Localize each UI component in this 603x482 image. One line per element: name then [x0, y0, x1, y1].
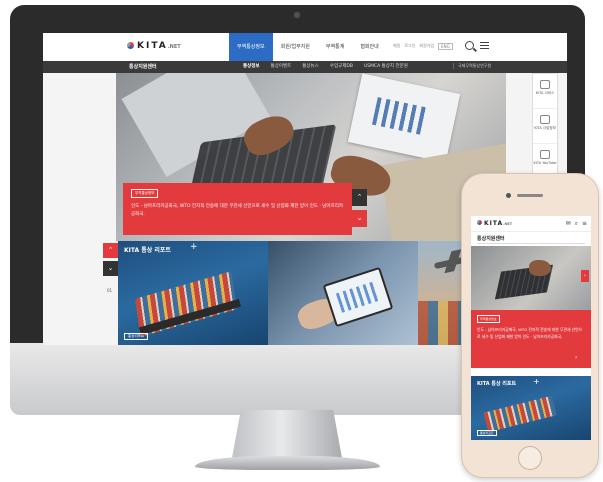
phone-speaker [517, 194, 543, 197]
hero-tag: 무역통상정보 [477, 315, 500, 323]
report-title: KITA 통상 리포트 [124, 247, 171, 254]
divider [477, 243, 585, 244]
mobile-header-icons: ✉ ⌕ ≡ [566, 220, 587, 228]
document-icon [540, 115, 550, 124]
sub-nav-item[interactable]: 수입규제DB [330, 63, 353, 69]
report-card[interactable]: KITA 통상 리포트 + 통상리포트 [118, 241, 268, 345]
mobile-section-title: 통상지원센터 [477, 236, 505, 242]
phone-camera [506, 193, 511, 198]
report-badge: 통상리포트 [124, 333, 149, 340]
monitor-stand-base [195, 456, 380, 470]
mobile-logo[interactable]: KITA.NET [477, 220, 512, 227]
nav-trade-info[interactable]: 무역통상정보 [229, 33, 273, 61]
chevron-right-icon[interactable]: › [575, 354, 577, 361]
sub-nav-item[interactable]: 통상이벤트 [271, 63, 292, 69]
language-button[interactable]: ENG [438, 43, 453, 50]
sub-nav-item[interactable]: USMCA 통상지 전문원 [364, 63, 408, 69]
report-card[interactable] [268, 241, 418, 345]
quick-menu-label: KITA 사업정보 [534, 126, 556, 130]
utility-links: 메일 로그인 회원가입 ENG [393, 43, 453, 50]
quick-menu-item[interactable]: KITA 서비스 [533, 74, 557, 109]
hero-hand [529, 260, 551, 276]
mobile-screen: KITA.NET ✉ ⌕ ≡ 통상지원센터 › 무역통상정보 인도 - 남아프리… [471, 216, 591, 440]
logo-suffix: .NET [167, 44, 181, 50]
tablet-image [322, 266, 394, 328]
logo-text: KITA [137, 41, 168, 51]
site-logo[interactable]: KITA.NET [127, 41, 181, 51]
util-login[interactable]: 로그인 [404, 43, 415, 50]
cargo-ship-image [483, 395, 557, 433]
hero-text: 인도 - 남아프리카공화국, WTO 전자적 전송에 대한 무관세 선언으로 세… [477, 327, 583, 339]
phone-home-button[interactable] [518, 446, 542, 470]
util-join[interactable]: 회원가입 [419, 43, 434, 50]
mobile-phone: KITA.NET ✉ ⌕ ≡ 통상지원센터 › 무역통상정보 인도 - 남아프리… [461, 173, 599, 478]
mobile-hero-caption[interactable]: 무역통상정보 인도 - 남아프리카공화국, WTO 전자적 전송에 대한 무관세… [471, 310, 591, 368]
sub-nav-right-link[interactable]: 국제무역통상연구원 [453, 63, 491, 69]
search-icon [540, 80, 550, 89]
hero-tag: 무역통상정보 [131, 189, 159, 198]
main-nav: 무역통상정보 회원/업무지원 무역통계 협회안내 [229, 33, 387, 61]
mockup-stage: KITA.NET 무역통상정보 회원/업무지원 무역통계 협회안내 메일 로그인… [0, 0, 603, 482]
logo-suffix: .NET [503, 222, 513, 226]
sub-nav-item[interactable]: 통상정보 [243, 63, 260, 69]
quick-menu-label: KITA 서비스 [535, 91, 555, 95]
section-title: 통상지원센터 [129, 64, 157, 70]
search-icon[interactable]: ⌕ [575, 220, 578, 228]
sub-navigation: 통상지원센터 통상정보 통상이벤트 통상뉴스 수입규제DB USMCA 통상지 … [43, 61, 567, 73]
plus-icon[interactable]: + [533, 377, 540, 386]
plus-icon[interactable]: + [190, 242, 198, 252]
logo-text: KITA [484, 220, 504, 227]
mail-icon[interactable]: ✉ [566, 220, 571, 228]
monitor-camera [293, 11, 301, 19]
hamburger-menu-icon[interactable]: ≡ [582, 220, 587, 228]
nav-trade-stats[interactable]: 무역통계 [318, 33, 352, 61]
report-badge: 통상리포트 [477, 430, 497, 436]
hero-next-button[interactable]: ⌄ [352, 210, 367, 227]
desktop-header: KITA.NET 무역통상정보 회원/업무지원 무역통계 협회안내 메일 로그인… [43, 33, 567, 61]
hamburger-menu-icon[interactable] [480, 42, 489, 49]
logo-mark-icon [127, 42, 134, 49]
logo-mark-icon [477, 220, 482, 225]
mobile-header: KITA.NET ✉ ⌕ ≡ [471, 216, 591, 232]
util-mail[interactable]: 메일 [393, 43, 400, 50]
mobile-hero-next-button[interactable]: › [581, 270, 589, 282]
report-title: KITA 통상 리포트 [477, 381, 517, 387]
quick-menu-label: KITA YouTube [533, 161, 557, 165]
hero-caption[interactable]: 무역통상정보 인도 - 남아프리카공화국, WTO 전자적 전송에 대한 무관세… [123, 183, 352, 235]
hero-prev-button[interactable]: ⌃ [352, 189, 367, 206]
mobile-report-card[interactable]: KITA 통상 리포트 + 통상리포트 [471, 376, 591, 440]
nav-member-support[interactable]: 회원/업무지원 [273, 33, 318, 61]
play-icon [540, 150, 550, 159]
report-next-button[interactable]: ⌄ [103, 261, 118, 276]
search-icon[interactable] [465, 41, 474, 50]
report-pager: 01 [107, 288, 113, 293]
mobile-hero-image: › [471, 246, 591, 310]
sub-nav-item[interactable]: 통상뉴스 [302, 63, 319, 69]
report-prev-button[interactable]: ⌃ [103, 243, 118, 258]
nav-about[interactable]: 협회안내 [352, 33, 386, 61]
monitor-stand [232, 410, 342, 458]
hero-text: 인도 - 남아프리카공화국, WTO 전자적 전송에 대한 무관세 선언으로 세… [131, 204, 343, 217]
sub-nav-items: 통상정보 통상이벤트 통상뉴스 수입규제DB USMCA 통상지 전문원 [243, 63, 408, 69]
hero-document [347, 73, 461, 163]
quick-menu-item[interactable]: KITA 사업정보 [533, 109, 557, 144]
hero-controls: ⌃ ⌄ [352, 189, 367, 227]
